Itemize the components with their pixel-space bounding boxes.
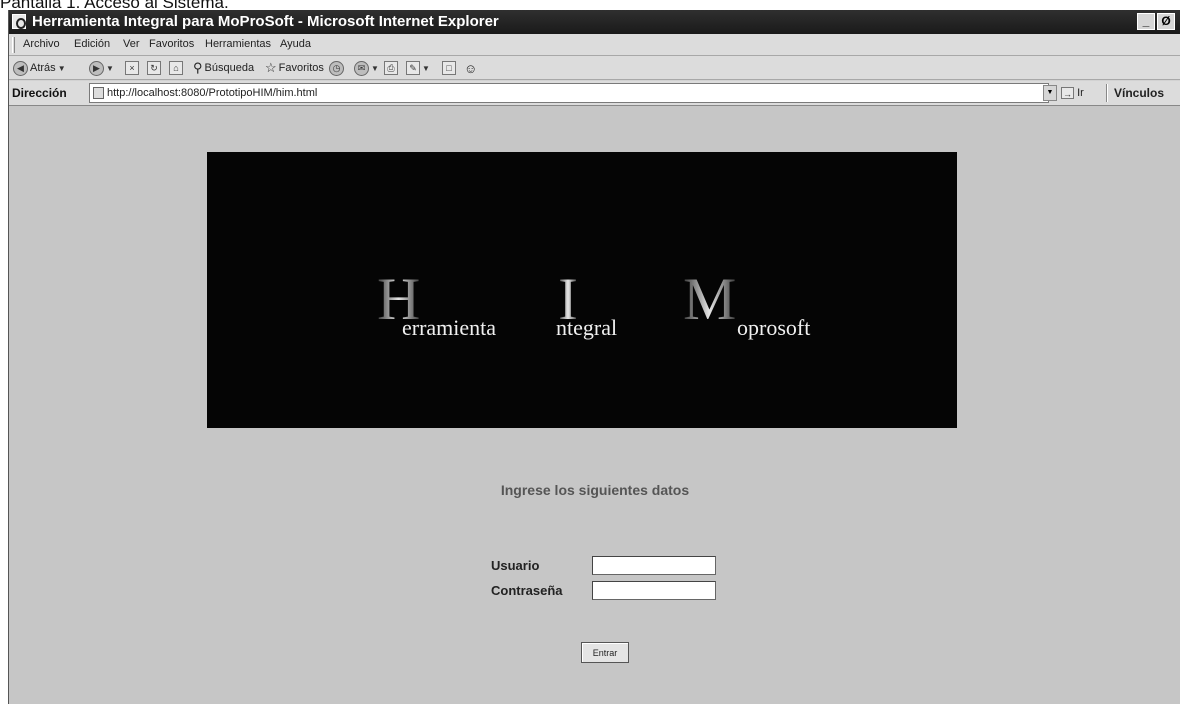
refresh-icon: ↻ (147, 61, 161, 75)
search-button[interactable]: ⚲ Búsqueda (193, 60, 254, 76)
print-button[interactable]: ⎙ (384, 60, 398, 76)
stop-icon: × (125, 61, 139, 75)
user-input[interactable] (592, 556, 716, 575)
address-input[interactable]: http://localhost:8080/PrototipoHIM/him.h… (89, 83, 1049, 103)
back-dropdown-icon: ▼ (57, 63, 66, 73)
go-label: Ir (1077, 87, 1084, 99)
banner-letter-m: M (683, 266, 737, 332)
ie-page-icon (93, 87, 104, 99)
menu-herramientas[interactable]: Herramientas (205, 38, 271, 50)
menu-edicion[interactable]: Edición (74, 38, 110, 50)
history-icon: ◷ (329, 60, 344, 76)
browser-window: Herramienta Integral para MoProSoft - Mi… (8, 10, 1180, 704)
back-icon: ◀ (13, 60, 28, 76)
favorites-star-icon: ☆ (265, 60, 277, 75)
address-dropdown-button[interactable]: ▼ (1043, 85, 1057, 101)
mail-dropdown-icon: ▼ (371, 63, 379, 73)
menu-favoritos[interactable]: Favoritos (149, 38, 194, 50)
toolbar-separator (1106, 84, 1108, 102)
edit-icon: ✎ (406, 61, 420, 75)
mail-button[interactable]: ✉ ▼ (354, 60, 379, 76)
address-url: http://localhost:8080/PrototipoHIM/him.h… (107, 87, 318, 99)
edit-button[interactable]: ✎ ▼ (406, 60, 430, 76)
menu-bar: Archivo Edición Ver Favoritos Herramient… (9, 34, 1180, 56)
menu-ver[interactable]: Ver (123, 38, 140, 50)
banner-word-moprosoft: oprosoft (737, 315, 811, 340)
back-button[interactable]: ◀ Atrás ▼ (13, 60, 66, 76)
form-prompt: Ingrese los siguientes datos (500, 482, 690, 498)
back-label: Atrás (30, 62, 56, 74)
enter-button[interactable]: Entrar (581, 642, 629, 663)
mail-icon: ✉ (354, 60, 369, 76)
refresh-button[interactable]: ↻ (147, 60, 161, 76)
discuss-icon: □ (442, 61, 456, 75)
links-button[interactable]: Vínculos (1114, 86, 1164, 100)
him-banner: H erramienta I ntegral M oprosoft (207, 152, 957, 428)
forward-button[interactable]: ▶ ▼ (89, 60, 114, 76)
favorites-label: Favoritos (278, 62, 324, 74)
ie-app-icon (12, 14, 26, 29)
search-label: Búsqueda (204, 62, 255, 74)
go-button[interactable]: → Ir (1061, 87, 1084, 100)
menu-grip (12, 37, 15, 53)
window-title: Herramienta Integral para MoProSoft - Mi… (32, 13, 499, 30)
messenger-icon: ☺ (464, 60, 478, 76)
password-input[interactable] (592, 581, 716, 600)
page-content: H erramienta I ntegral M oprosoft Ingres… (9, 106, 1180, 704)
home-button[interactable]: ⌂ (169, 60, 183, 76)
forward-icon: ▶ (89, 60, 104, 76)
home-icon: ⌂ (169, 61, 183, 75)
edit-dropdown-icon: ▼ (422, 63, 430, 73)
standard-toolbar: ◀ Atrás ▼ ▶ ▼ × ↻ ⌂ ⚲ Búsqueda ☆ Favorit… (9, 56, 1180, 80)
favorites-button[interactable]: ☆ Favoritos (265, 60, 324, 76)
forward-dropdown-icon: ▼ (106, 63, 114, 73)
print-icon: ⎙ (384, 61, 398, 75)
discuss-button[interactable]: □ (442, 60, 456, 76)
go-arrow-icon: → (1061, 87, 1074, 100)
menu-ayuda[interactable]: Ayuda (280, 38, 311, 50)
search-icon: ⚲ (193, 60, 203, 75)
stop-button[interactable]: × (125, 60, 139, 76)
minimize-button[interactable]: _ (1137, 13, 1155, 30)
banner-word-integral: ntegral (556, 315, 618, 340)
restore-button[interactable]: Ø (1157, 13, 1175, 30)
title-bar: Herramienta Integral para MoProSoft - Mi… (9, 10, 1180, 34)
password-label: Contraseña (491, 583, 563, 598)
user-label: Usuario (491, 558, 540, 573)
history-button[interactable]: ◷ (329, 60, 344, 76)
address-bar: Dirección http://localhost:8080/Prototip… (9, 81, 1180, 106)
messenger-button[interactable]: ☺ (464, 60, 477, 76)
address-label: Dirección (12, 86, 67, 100)
menu-archivo[interactable]: Archivo (23, 38, 60, 50)
banner-word-herramienta: erramienta (402, 315, 497, 340)
